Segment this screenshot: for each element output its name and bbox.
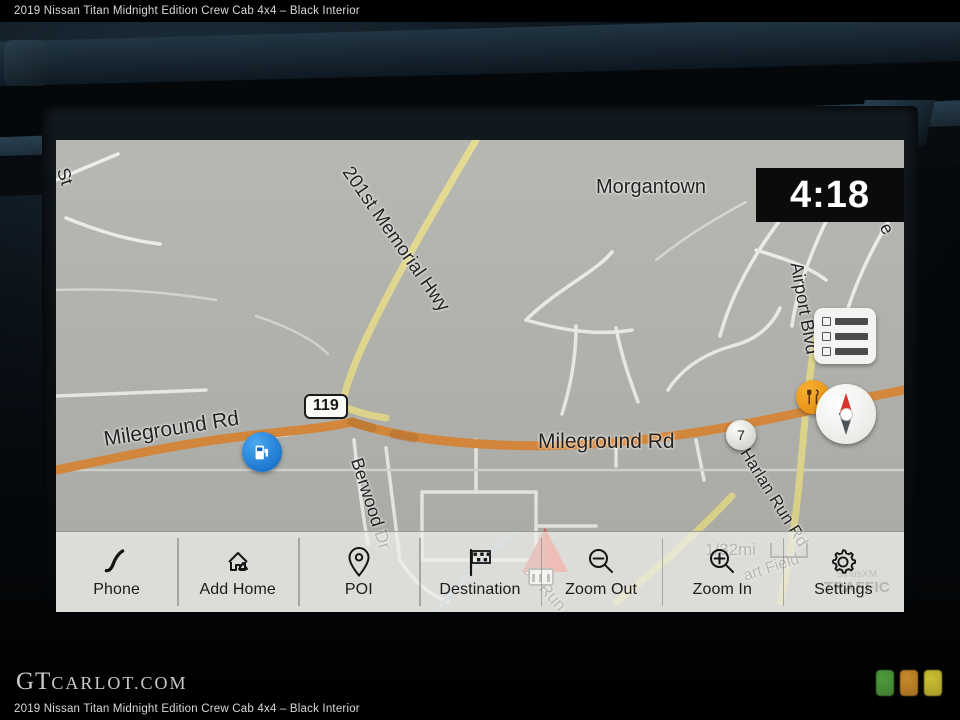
magnifier-minus-icon xyxy=(585,546,617,578)
toolbar-phone-label: Phone xyxy=(93,580,140,598)
screenshot-frame: 2019 Nissan Titan Midnight Edition Crew … xyxy=(0,0,960,720)
dashboard-photo: Morgantown 201st Memorial Hwy Airport Blvd… xyxy=(0,22,960,698)
toolbar-poi[interactable]: POI xyxy=(298,532,419,612)
compass-hub xyxy=(840,408,852,420)
color-swatch-green xyxy=(876,670,894,696)
checkbox-icon xyxy=(822,346,831,356)
magnifier-plus-icon xyxy=(706,546,738,578)
toolbar-settings[interactable]: Settings xyxy=(782,532,904,612)
toolbar-settings-label: Settings xyxy=(814,580,873,598)
gear-icon xyxy=(827,546,859,578)
toolbar-destination-label: Destination xyxy=(439,580,521,598)
toolbar-zoom-in-label: Zoom In xyxy=(692,580,752,598)
compass-icon[interactable] xyxy=(816,384,876,444)
color-swatch-yellow xyxy=(924,670,942,696)
caption-bottom: 2019 Nissan Titan Midnight Edition Crew … xyxy=(0,698,960,720)
clock-display: 4:18 xyxy=(756,168,904,222)
route-list-button[interactable] xyxy=(814,308,876,364)
navigation-screen[interactable]: Morgantown 201st Memorial Hwy Airport Blvd… xyxy=(56,140,904,612)
toolbar-zoom-out-label: Zoom Out xyxy=(565,580,638,598)
poi-number-marker[interactable]: 7 xyxy=(726,420,756,450)
highway-shield-119[interactable]: 119 xyxy=(304,394,348,419)
toolbar-add-home-label: Add Home xyxy=(199,580,276,598)
highway-shield: 119 xyxy=(304,394,348,419)
map-label-mileground-rd-east: Mileground Rd xyxy=(538,430,675,453)
checkbox-icon xyxy=(822,316,831,326)
toolbar-add-home[interactable]: Add Home xyxy=(177,532,298,612)
dash-trim-upper xyxy=(0,22,960,90)
list-bar xyxy=(835,332,868,340)
watermark-gt: GT xyxy=(16,668,52,695)
toolbar-zoom-in[interactable]: Zoom In xyxy=(661,532,783,612)
color-swatches xyxy=(876,670,942,696)
checkbox-icon xyxy=(822,331,831,341)
list-row xyxy=(822,316,868,326)
gas-pump-icon xyxy=(242,432,282,472)
poi-gas-station[interactable] xyxy=(242,432,282,472)
bottom-toolbar[interactable]: Phone Add Home POI Destination Zoom Out Zoom … xyxy=(56,531,904,612)
toolbar-zoom-out[interactable]: Zoom Out xyxy=(540,532,662,612)
caption-top: 2019 Nissan Titan Midnight Edition Crew … xyxy=(0,0,960,22)
map-label-morgantown: Morgantown xyxy=(596,176,707,198)
checkered-flag-icon xyxy=(464,546,496,578)
dash-knob[interactable] xyxy=(4,40,48,86)
phone-icon xyxy=(102,546,132,578)
map-pin-icon xyxy=(346,546,372,578)
list-row xyxy=(822,346,868,356)
list-bar xyxy=(835,317,868,325)
watermark: GTCARLOT.COM xyxy=(16,668,188,696)
numbered-marker: 7 xyxy=(726,420,756,450)
color-swatch-orange xyxy=(900,670,918,696)
toolbar-poi-label: POI xyxy=(344,580,373,598)
toolbar-phone[interactable]: Phone xyxy=(56,532,177,612)
home-icon xyxy=(221,546,255,578)
list-row xyxy=(822,331,868,341)
list-bar xyxy=(835,347,868,355)
watermark-carlot: CARLOT.COM xyxy=(51,673,188,693)
toolbar-destination[interactable]: Destination xyxy=(419,532,540,612)
